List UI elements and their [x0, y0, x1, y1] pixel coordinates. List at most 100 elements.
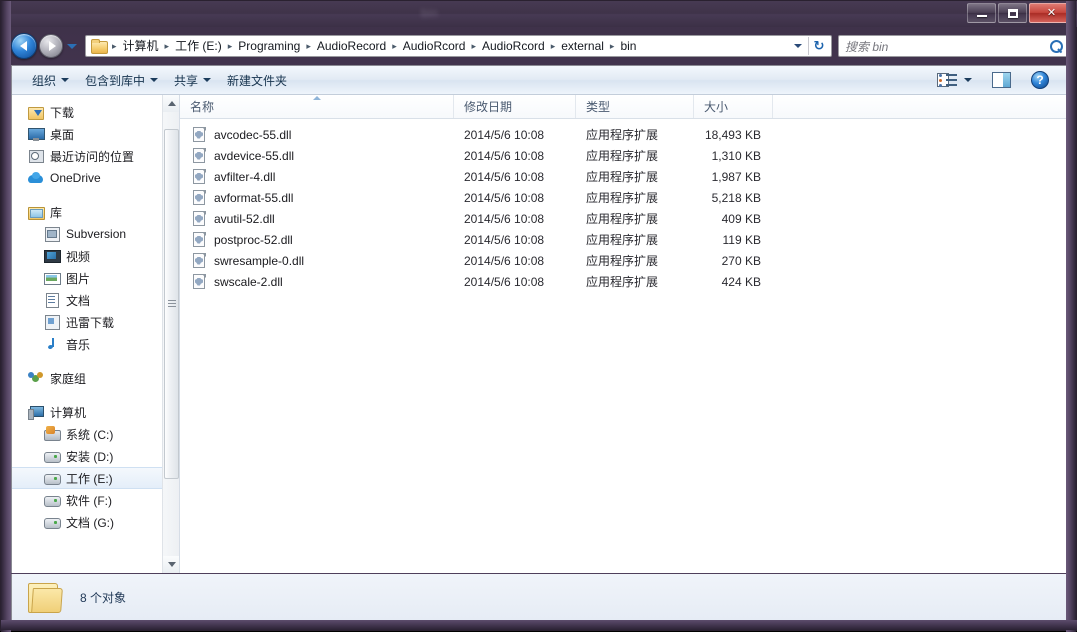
include-in-library-button[interactable]: 包含到库中 — [77, 69, 166, 92]
sidebar-item-drive-f[interactable]: 软件 (F:) — [12, 489, 179, 511]
breadcrumb-item-audiorecord[interactable]: AudioRecord — [314, 36, 389, 56]
navigation-scrollbar[interactable] — [162, 95, 179, 573]
sidebar-item-homegroup[interactable]: 家庭组 — [12, 367, 179, 389]
breadcrumb-separator: ▸ — [389, 38, 400, 54]
sidebar-item-xunlei-downloads[interactable]: 迅雷下载 — [12, 311, 179, 333]
sidebar-item-drive-c[interactable]: 系统 (C:) — [12, 423, 179, 445]
breadcrumb-item-audiorcord-1[interactable]: AudioRcord — [400, 36, 469, 56]
sidebar-item-documents[interactable]: 文档 — [12, 289, 179, 311]
sidebar-item-label: 文档 — [66, 292, 90, 309]
window-controls: ✕ — [967, 3, 1074, 23]
sidebar-item-computer[interactable]: 计算机 — [12, 401, 179, 423]
restore-icon — [1008, 9, 1018, 18]
navigation-pane: 下载 桌面 最近访问的位置 OneDrive — [12, 95, 180, 573]
file-size: 1,987 KB — [694, 170, 773, 184]
back-button[interactable] — [11, 33, 37, 59]
minimize-button[interactable] — [967, 3, 996, 23]
table-row[interactable]: swscale-2.dll 2014/5/6 10:08 应用程序扩展 424 … — [180, 271, 1067, 292]
file-name-cell: avfilter-4.dll — [180, 169, 454, 185]
help-button[interactable]: ? — [1023, 68, 1057, 92]
file-name: avcodec-55.dll — [214, 128, 291, 142]
sidebar-item-music[interactable]: 音乐 — [12, 333, 179, 355]
search-input[interactable]: 搜索 bin — [845, 38, 1050, 55]
breadcrumb-item-programing[interactable]: Programing — [235, 36, 303, 56]
new-folder-button[interactable]: 新建文件夹 — [219, 69, 295, 92]
breadcrumb-item-bin[interactable]: bin — [617, 36, 639, 56]
forward-button[interactable] — [39, 34, 63, 58]
table-row[interactable]: swresample-0.dll 2014/5/6 10:08 应用程序扩展 2… — [180, 250, 1067, 271]
column-header-label: 大小 — [704, 98, 728, 115]
sidebar-item-downloads[interactable]: 下载 — [12, 101, 179, 123]
sidebar-item-drive-g[interactable]: 文档 (G:) — [12, 511, 179, 533]
sidebar-item-drive-d[interactable]: 安装 (D:) — [12, 445, 179, 467]
table-row[interactable]: avutil-52.dll 2014/5/6 10:08 应用程序扩展 409 … — [180, 208, 1067, 229]
column-headers: 名称 修改日期 类型 大小 — [180, 95, 1067, 119]
sidebar-item-onedrive[interactable]: OneDrive — [12, 167, 179, 189]
file-name-cell: avutil-52.dll — [180, 211, 454, 227]
share-with-label: 共享 — [174, 72, 198, 89]
recent-places-icon — [28, 148, 44, 164]
breadcrumb-item-drive-e[interactable]: 工作 (E:) — [172, 36, 225, 56]
sidebar-item-pictures[interactable]: 图片 — [12, 267, 179, 289]
file-size: 18,493 KB — [694, 128, 773, 142]
view-options-icon — [937, 72, 957, 88]
organize-button[interactable]: 组织 — [24, 69, 77, 92]
sidebar-item-desktop[interactable]: 桌面 — [12, 123, 179, 145]
breadcrumb-item-audiorcord-2[interactable]: AudioRcord — [479, 36, 548, 56]
file-name: avdevice-55.dll — [214, 149, 294, 163]
breadcrumb-item-computer[interactable]: 计算机 — [120, 36, 162, 56]
table-row[interactable]: avdevice-55.dll 2014/5/6 10:08 应用程序扩展 1,… — [180, 145, 1067, 166]
sidebar-item-label: 计算机 — [50, 404, 86, 421]
chevron-down-icon[interactable] — [794, 44, 802, 48]
refresh-button[interactable]: ↻ — [809, 36, 829, 56]
table-row[interactable]: avfilter-4.dll 2014/5/6 10:08 应用程序扩展 1,9… — [180, 166, 1067, 187]
picture-icon — [44, 270, 60, 286]
column-header-size[interactable]: 大小 — [694, 95, 773, 118]
column-header-label: 修改日期 — [464, 98, 512, 115]
sidebar-item-label: 软件 (F:) — [66, 492, 112, 509]
scroll-up-button[interactable] — [163, 95, 180, 112]
command-toolbar: 组织 包含到库中 共享 新建文件夹 — [12, 66, 1067, 95]
file-date: 2014/5/6 10:08 — [454, 233, 576, 247]
column-header-type[interactable]: 类型 — [576, 95, 694, 118]
window-border-left — [1, 1, 11, 632]
address-bar-row: ▸ 计算机 ▸ 工作 (E:) ▸ Programing ▸ AudioReco… — [11, 31, 1068, 61]
chevron-down-icon — [150, 78, 158, 82]
sidebar-item-drive-e[interactable]: 工作 (E:) — [12, 467, 179, 489]
breadcrumb[interactable]: ▸ 计算机 ▸ 工作 (E:) ▸ Programing ▸ AudioReco… — [85, 35, 832, 57]
window-border-bottom — [1, 620, 1077, 630]
desktop-icon — [28, 126, 44, 142]
file-size: 409 KB — [694, 212, 773, 226]
title-bar[interactable]: bin ✕ — [1, 1, 1077, 27]
sidebar-item-videos[interactable]: 视频 — [12, 245, 179, 267]
chevron-down-icon — [964, 78, 972, 82]
sidebar-group-gap — [12, 355, 179, 367]
preview-pane-icon — [992, 72, 1011, 88]
recent-locations-dropdown[interactable] — [67, 44, 77, 49]
forward-arrow-icon — [49, 41, 56, 51]
drive-icon — [44, 492, 60, 508]
sidebar-item-subversion[interactable]: Subversion — [12, 223, 179, 245]
table-row[interactable]: avcodec-55.dll 2014/5/6 10:08 应用程序扩展 18,… — [180, 124, 1067, 145]
column-header-name[interactable]: 名称 — [180, 95, 454, 118]
file-date: 2014/5/6 10:08 — [454, 128, 576, 142]
sidebar-item-recent-places[interactable]: 最近访问的位置 — [12, 145, 179, 167]
sidebar-item-label: 音乐 — [66, 336, 90, 353]
column-header-date-modified[interactable]: 修改日期 — [454, 95, 576, 118]
search-box[interactable]: 搜索 bin — [838, 35, 1068, 57]
sidebar-item-libraries[interactable]: 库 — [12, 201, 179, 223]
computer-icon — [28, 404, 44, 420]
table-row[interactable]: avformat-55.dll 2014/5/6 10:08 应用程序扩展 5,… — [180, 187, 1067, 208]
breadcrumb-item-external[interactable]: external — [558, 36, 607, 56]
scroll-down-button[interactable] — [163, 556, 180, 573]
preview-pane-button[interactable] — [984, 69, 1019, 91]
change-view-button[interactable] — [929, 69, 980, 91]
share-with-button[interactable]: 共享 — [166, 69, 219, 92]
scrollbar-thumb[interactable] — [164, 129, 179, 479]
library-icon — [28, 204, 44, 220]
maximize-restore-button[interactable] — [998, 3, 1027, 23]
file-type: 应用程序扩展 — [576, 168, 694, 185]
sidebar-item-label: 视频 — [66, 248, 90, 265]
table-row[interactable]: postproc-52.dll 2014/5/6 10:08 应用程序扩展 11… — [180, 229, 1067, 250]
download-icon — [28, 104, 44, 120]
